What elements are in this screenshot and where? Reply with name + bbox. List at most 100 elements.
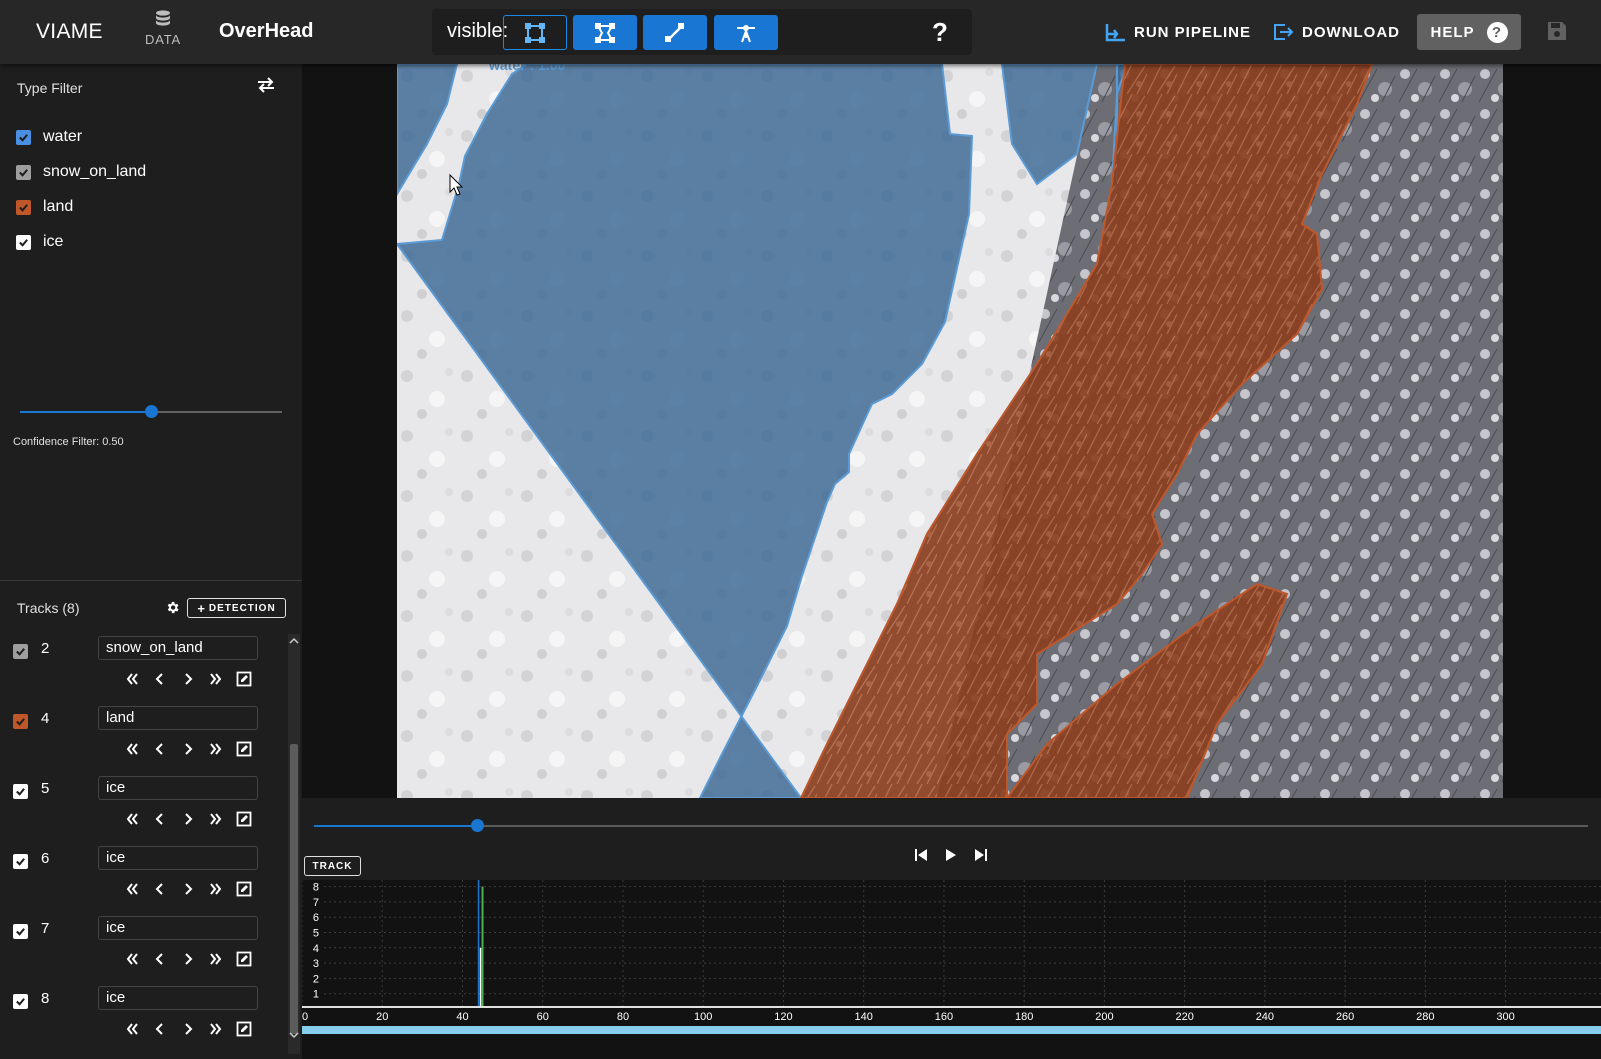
type-filter-item[interactable]: water [16,125,82,149]
track-checkbox[interactable] [13,644,28,659]
image-viewer[interactable]: water : 1.00 [302,64,1601,798]
type-filter-item[interactable]: land [16,195,73,219]
timeline-chart[interactable]: 123456780 20 40 60 80 100 120 140 160 180 200 220 24… [301,880,1601,1059]
last-frame-icon [210,1023,222,1035]
first-frame-button[interactable] [122,739,142,759]
edit-button[interactable] [234,949,254,969]
track-type-field[interactable]: snow_on_land [98,636,258,660]
frame-slider[interactable] [314,819,1588,832]
type-filter-item[interactable]: snow_on_land [16,160,146,184]
x-tick-label: 240 [1256,1011,1274,1023]
edit-button[interactable] [234,809,254,829]
play-button[interactable] [942,846,960,864]
rectangle-toggle-button[interactable] [503,15,567,50]
previous-frame-button[interactable] [150,809,170,829]
last-frame-button[interactable] [206,1019,226,1039]
last-frame-button[interactable] [206,669,226,689]
next-frame-button[interactable] [178,809,198,829]
confidence-slider-thumb[interactable] [145,405,158,418]
check-icon [19,203,28,212]
playback-controls: TRACK [302,798,1601,880]
last-frame-button[interactable] [206,879,226,899]
track-type-field[interactable]: ice [98,916,258,940]
edit-icon [236,741,252,757]
run-pipeline-button[interactable]: RUN PIPELINE [1104,20,1251,44]
next-frame-button[interactable] [178,1019,198,1039]
track-type-field[interactable]: ice [98,776,258,800]
skip-previous-button[interactable] [912,846,930,864]
gear-icon [167,601,179,614]
edit-button[interactable] [234,879,254,899]
frame-slider-thumb[interactable] [471,819,485,832]
track-checkbox[interactable] [13,714,28,729]
aerial-image[interactable]: water : 1.00 [397,64,1503,798]
track-checkbox[interactable] [13,784,28,799]
keypoint-toggle-button[interactable] [714,15,778,50]
edit-button[interactable] [234,1019,254,1039]
x-tick-label: 220 [1175,1011,1193,1023]
first-frame-button[interactable] [122,669,142,689]
previous-frame-button[interactable] [150,949,170,969]
confidence-slider[interactable] [20,405,282,418]
previous-frame-button[interactable] [150,1019,170,1039]
last-frame-button[interactable] [206,949,226,969]
y-tick-label: 7 [313,897,319,909]
brand-logo[interactable]: VIAME [36,20,103,44]
type-checkbox[interactable] [16,199,31,215]
track-type-field[interactable]: land [98,706,258,730]
download-button[interactable]: DOWNLOAD [1272,20,1400,44]
type-label: land [43,198,74,215]
track-type-field[interactable]: ice [98,846,258,870]
app-root: VIAME DATA OverHead visible: ? RUN PIPEL… [0,0,1601,1059]
previous-frame-button[interactable] [150,879,170,899]
skip-next-button[interactable] [972,846,990,864]
annotation-help-button[interactable]: ? [932,17,948,48]
type-checkbox[interactable] [16,234,31,250]
line-icon [665,22,684,42]
next-frame-icon [185,953,193,965]
polygon-toggle-button[interactable] [573,15,637,50]
scroll-up-icon[interactable] [288,636,300,646]
track-tab-button[interactable]: TRACK [304,856,361,876]
tracks-settings-button[interactable] [165,600,180,620]
timeline[interactable]: 1 2 3 4 5 6 7 8 0 20 40 60 80 100 120 140 160 180 200 220 24… [301,880,1601,1059]
next-frame-icon [185,743,193,755]
last-frame-button[interactable] [206,809,226,829]
track-id: 8 [41,990,50,1007]
help-button[interactable]: HELP ? [1417,14,1521,50]
timeline-range-bar [302,1026,1601,1034]
previous-frame-button[interactable] [150,739,170,759]
track-checkbox[interactable] [13,994,28,1009]
run-pipeline-label: RUN PIPELINE [1134,23,1252,41]
previous-frame-button[interactable] [150,669,170,689]
track-type-field[interactable]: ice [98,986,258,1010]
first-frame-button[interactable] [122,809,142,829]
track-checkbox[interactable] [13,924,28,939]
scroll-down-icon[interactable] [288,1030,300,1040]
edit-button[interactable] [234,669,254,689]
save-button[interactable] [1546,20,1568,47]
track-list-scrollbar[interactable] [288,634,300,1054]
swap-button[interactable] [256,76,276,99]
track-checkbox[interactable] [13,854,28,869]
next-frame-button[interactable] [178,949,198,969]
add-detection-button[interactable]: + DETECTION [187,598,286,618]
first-frame-button[interactable] [122,1019,142,1039]
scroll-thumb[interactable] [290,744,298,1034]
x-tick-label: 300 [1496,1011,1514,1023]
next-frame-button[interactable] [178,669,198,689]
next-frame-button[interactable] [178,879,198,899]
type-filter-item[interactable]: ice [16,230,63,254]
next-frame-button[interactable] [178,739,198,759]
data-button[interactable]: DATA [141,10,185,56]
first-frame-button[interactable] [122,949,142,969]
type-checkbox[interactable] [16,129,31,145]
type-checkbox[interactable] [16,164,31,180]
first-frame-button[interactable] [122,879,142,899]
track-id: 6 [41,850,50,867]
edit-button[interactable] [234,739,254,759]
last-frame-button[interactable] [206,739,226,759]
line-toggle-button[interactable] [643,15,707,50]
previous-frame-icon [155,1023,163,1035]
first-frame-icon [126,813,138,825]
